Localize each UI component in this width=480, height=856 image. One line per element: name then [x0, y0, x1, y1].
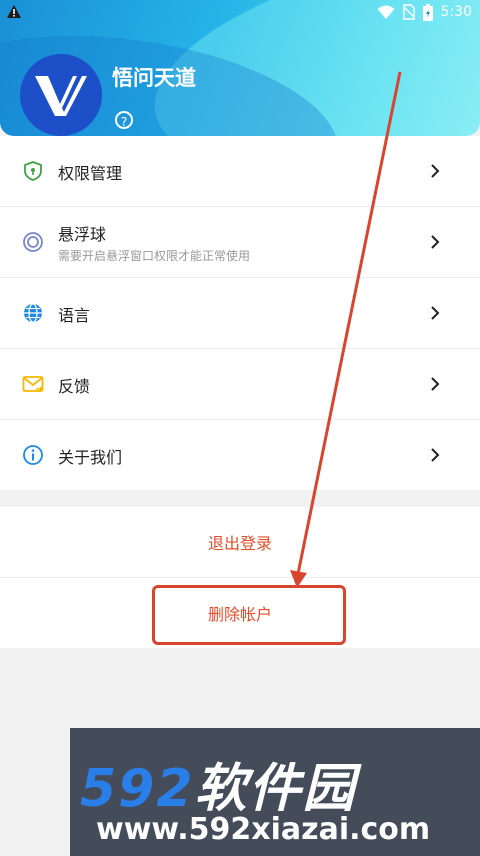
watermark: 592软件园 www.592xiazai.com [70, 728, 480, 856]
watermark-url: www.592xiazai.com [96, 812, 431, 847]
watermark-number: 592 [80, 759, 195, 819]
watermark-brand-text: 软件园 [194, 759, 357, 819]
annotation-box [152, 585, 346, 645]
watermark-brand: 592软件园 [80, 746, 357, 821]
